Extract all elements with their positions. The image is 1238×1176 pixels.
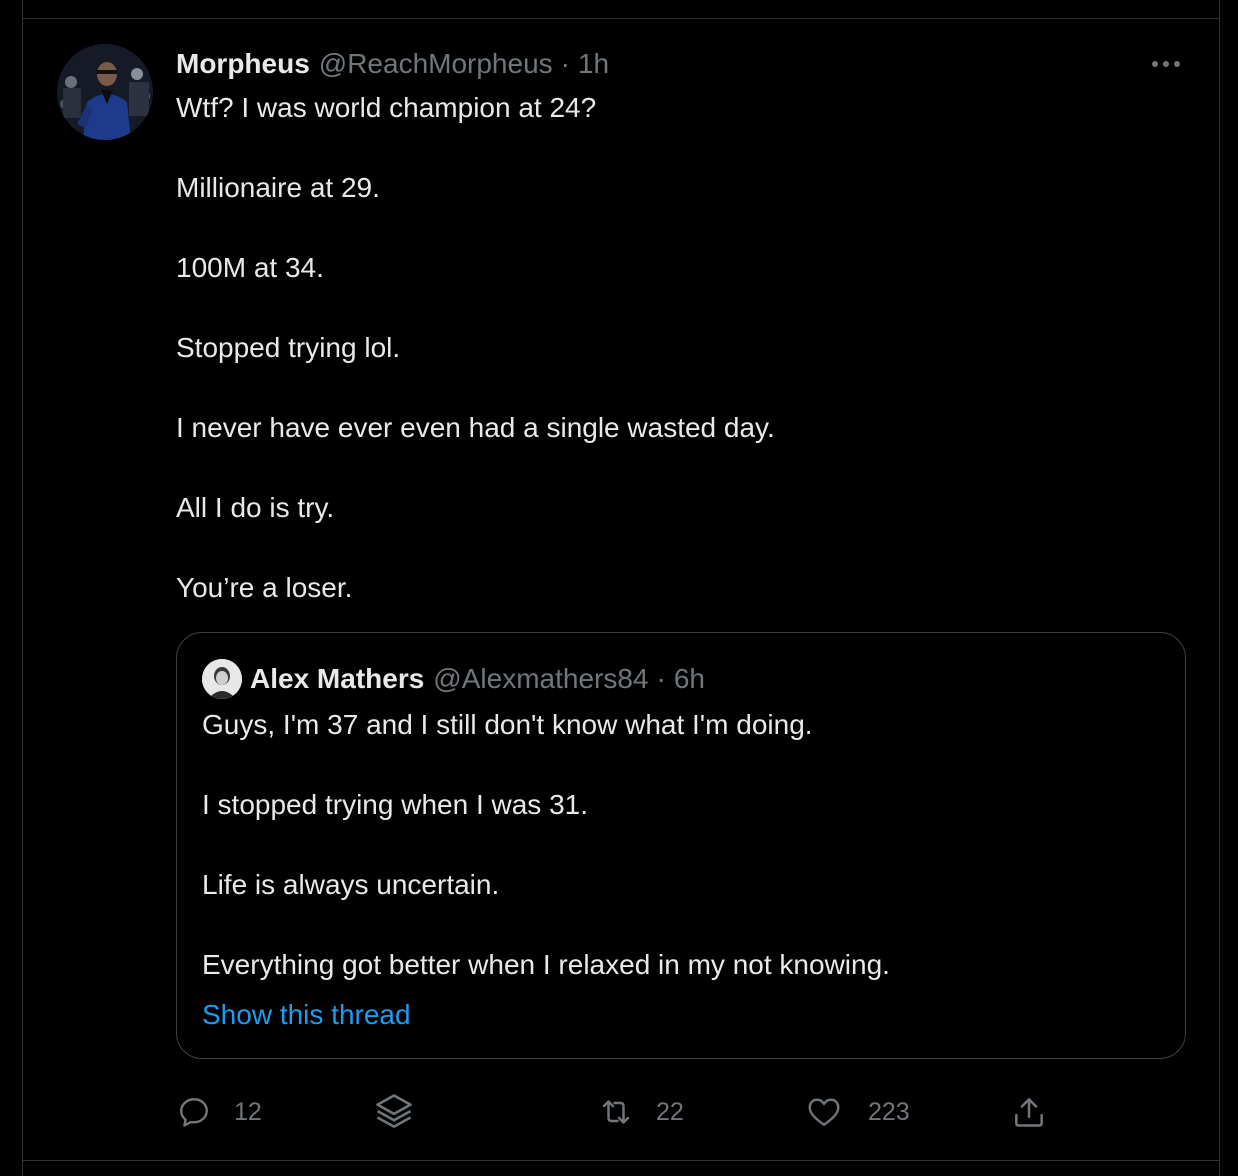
reply-icon xyxy=(180,1098,208,1127)
tweet-actions: 12 22 223 xyxy=(176,1088,1076,1136)
stack-button[interactable] xyxy=(372,1088,416,1136)
quote-author-handle[interactable]: @Alexmathers84 xyxy=(433,663,648,695)
more-options-button[interactable] xyxy=(1146,48,1186,80)
quote-text-line: I stopped trying when I was 31. xyxy=(202,789,588,820)
more-horizontal-icon xyxy=(1152,61,1180,67)
author-name[interactable]: Morpheus xyxy=(176,48,310,80)
show-thread-link[interactable]: Show this thread xyxy=(202,995,411,1035)
tweet-text-line: I never have ever even had a single wast… xyxy=(176,412,775,443)
tweet-text: Wtf? I was world champion at 24? Million… xyxy=(176,88,1186,608)
tweet-text-line: Millionaire at 29. xyxy=(176,172,380,203)
tweet-text-line: Wtf? I was world champion at 24? xyxy=(176,92,597,123)
reply-count: 12 xyxy=(234,1097,262,1126)
stack-icon xyxy=(376,1094,412,1128)
tweet[interactable]: Morpheus @ReachMorpheus · 1h Wtf? I was … xyxy=(176,44,1186,608)
author-handle[interactable]: @ReachMorpheus xyxy=(319,48,553,80)
top-divider xyxy=(23,18,1219,19)
tweet-text-line: Stopped trying lol. xyxy=(176,332,401,363)
quote-author-avatar[interactable] xyxy=(202,659,242,699)
quote-author-name[interactable]: Alex Mathers xyxy=(250,663,424,695)
reply-button[interactable]: 12 xyxy=(176,1088,262,1136)
like-button[interactable]: 223 xyxy=(806,1088,910,1136)
like-icon xyxy=(808,1098,840,1126)
quote-separator-dot: · xyxy=(656,663,666,694)
separator-dot: · xyxy=(560,48,570,79)
tweet-header: Morpheus @ReachMorpheus · 1h xyxy=(176,44,1186,84)
share-button[interactable] xyxy=(1010,1088,1048,1136)
quote-avatar-image xyxy=(202,659,242,699)
quote-header: Alex Mathers @Alexmathers84 · 6h xyxy=(202,659,705,699)
quote-text-line: Everything got better when I relaxed in … xyxy=(202,949,890,980)
tweet-time[interactable]: 1h xyxy=(578,48,609,80)
quote-text-line: Guys, I'm 37 and I still don't know what… xyxy=(202,709,813,740)
tweet-text-line: You’re a loser. xyxy=(176,572,353,603)
quote-text: Guys, I'm 37 and I still don't know what… xyxy=(202,705,890,985)
quoted-tweet[interactable]: Alex Mathers @Alexmathers84 · 6h Guys, I… xyxy=(176,632,1186,1059)
retweet-icon xyxy=(602,1100,630,1124)
author-avatar[interactable] xyxy=(57,44,153,140)
bottom-divider xyxy=(23,1160,1219,1161)
timeline-column: Morpheus @ReachMorpheus · 1h Wtf? I was … xyxy=(22,0,1220,1176)
tweet-text-line: 100M at 34. xyxy=(176,252,324,283)
like-count: 223 xyxy=(868,1097,910,1126)
share-icon xyxy=(1015,1098,1043,1127)
tweet-text-line: All I do is try. xyxy=(176,492,335,523)
quote-time[interactable]: 6h xyxy=(674,663,705,695)
quote-text-line: Life is always uncertain. xyxy=(202,869,500,900)
retweet-button[interactable]: 22 xyxy=(596,1088,684,1136)
avatar-image xyxy=(57,44,153,140)
retweet-count: 22 xyxy=(656,1097,684,1126)
